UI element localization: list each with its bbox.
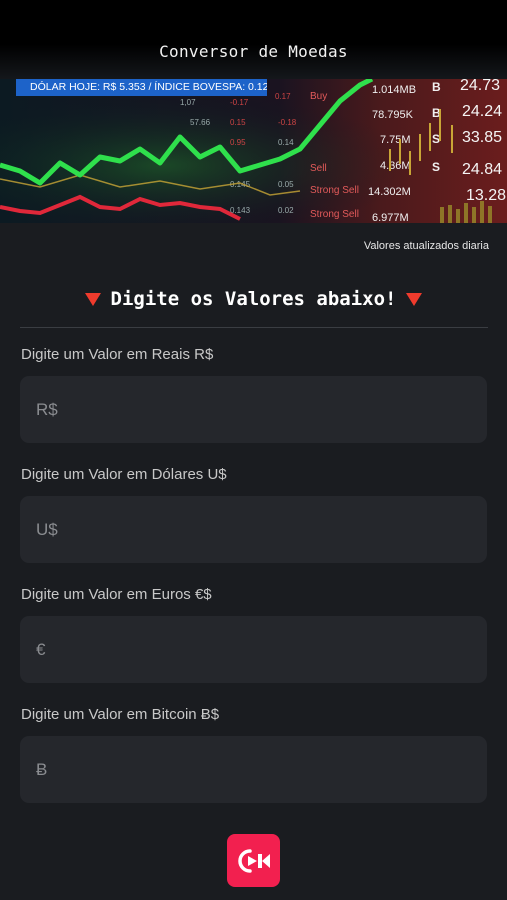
app-title: Conversor de Moedas: [159, 42, 348, 61]
svg-text:Strong Sell: Strong Sell: [310, 185, 359, 196]
red-down-triangle-icon: [406, 292, 423, 306]
svg-text:0.05: 0.05: [278, 180, 294, 189]
svg-text:Strong Sell: Strong Sell: [310, 209, 359, 220]
svg-text:0.14: 0.14: [278, 138, 294, 147]
svg-text:24.73: 24.73: [460, 79, 500, 94]
red-down-triangle-icon: [84, 292, 101, 306]
app-header: Conversor de Moedas: [0, 0, 507, 80]
svg-text:4.36M: 4.36M: [380, 160, 411, 172]
video-camera-logo-icon: [237, 848, 270, 873]
app-logo[interactable]: [227, 834, 280, 887]
svg-text:S: S: [432, 160, 440, 174]
svg-text:6.977M: 6.977M: [372, 212, 409, 223]
svg-text:B: B: [432, 80, 441, 94]
bitcoin-label: Digite um Valor em Bitcoin Ƀ$: [21, 706, 220, 723]
svg-text:13.28: 13.28: [466, 187, 506, 204]
svg-text:S: S: [432, 132, 440, 146]
section-heading: Digite os Valores abaixo!: [0, 283, 507, 315]
svg-text:-0.18: -0.18: [278, 118, 297, 127]
reais-label: Digite um Valor em Reais R$: [21, 346, 214, 363]
svg-text:78.795K: 78.795K: [372, 109, 414, 121]
svg-text:0.95: 0.95: [230, 138, 246, 147]
svg-text:7.75M: 7.75M: [380, 134, 411, 146]
svg-text:24.84: 24.84: [462, 161, 502, 178]
svg-text:0.15: 0.15: [230, 118, 246, 127]
svg-text:-0.17: -0.17: [230, 98, 249, 107]
euros-input[interactable]: [20, 616, 487, 683]
bitcoin-input[interactable]: [20, 736, 487, 803]
svg-text:57.66: 57.66: [190, 118, 211, 127]
dolares-input[interactable]: [20, 496, 487, 563]
dolares-label: Digite um Valor em Dólares U$: [21, 466, 227, 483]
svg-text:24.24: 24.24: [462, 103, 502, 120]
section-heading-text: Digite os Valores abaixo!: [110, 288, 397, 310]
market-ticker: DÓLAR HOJE: R$ 5.353 / ÍNDICE BOVESPA: 0…: [16, 79, 267, 96]
svg-text:1,07: 1,07: [180, 98, 196, 107]
svg-text:14.302M: 14.302M: [368, 186, 411, 198]
svg-text:0.17: 0.17: [275, 92, 291, 101]
svg-text:Buy: Buy: [310, 91, 327, 102]
stock-chart-illustration: 1,07 -0.17 0.17 0.15 -0.18 57.66 0.95 0.…: [0, 79, 507, 223]
update-note: Valores atualizados diaria: [363, 240, 489, 252]
divider: [20, 327, 488, 328]
market-banner-image: 1,07 -0.17 0.17 0.15 -0.18 57.66 0.95 0.…: [0, 79, 507, 223]
euros-label: Digite um Valor em Euros €$: [21, 586, 212, 603]
svg-text:33.85: 33.85: [462, 129, 502, 146]
svg-text:0.02: 0.02: [278, 206, 294, 215]
reais-input[interactable]: [20, 376, 487, 443]
svg-text:Sell: Sell: [310, 163, 327, 174]
svg-text:1.014MB: 1.014MB: [372, 84, 416, 96]
